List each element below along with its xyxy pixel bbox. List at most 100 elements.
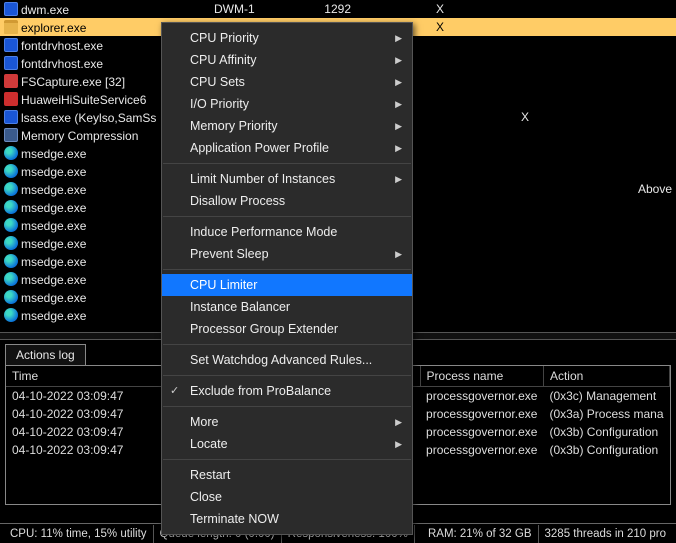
process-name: fontdrvhost.exe (21, 56, 103, 70)
menu-item-label: Processor Group Extender (190, 322, 338, 336)
submenu-arrow-icon: ▶ (395, 249, 402, 260)
process-name: lsass.exe (Keylso,SamSs (21, 110, 156, 124)
submenu-arrow-icon: ▶ (395, 33, 402, 44)
log-cell-act: (0x3c) Management (543, 387, 669, 406)
menu-item-label: Set Watchdog Advanced Rules... (190, 353, 372, 367)
process-col-c (475, 18, 575, 36)
edge-icon (4, 200, 18, 214)
menu-item-label: I/O Priority (190, 97, 249, 111)
process-name: dwm.exe (21, 2, 69, 16)
log-header-process[interactable]: Process name (420, 366, 543, 387)
process-col-d (575, 36, 676, 54)
process-col-b (405, 288, 475, 306)
status-ram: RAM: 21% of 32 GB (422, 525, 539, 543)
app-icon (4, 110, 18, 124)
process-row[interactable]: dwm.exe DWM-11292 X (0, 0, 676, 18)
menu-item-locate[interactable]: Locate▶ (162, 433, 412, 455)
menu-item-memory-priority[interactable]: Memory Priority▶ (162, 115, 412, 137)
process-pid: 1292 (315, 0, 355, 18)
process-col-b (405, 306, 475, 324)
process-col-b (405, 180, 475, 198)
process-col-b (405, 90, 475, 108)
log-header-action[interactable]: Action (543, 366, 669, 387)
process-col-d (575, 18, 676, 36)
process-col-b (405, 234, 475, 252)
menu-item-application-power-profile[interactable]: Application Power Profile▶ (162, 137, 412, 159)
process-name: msedge.exe (21, 218, 86, 232)
process-col-d (575, 234, 676, 252)
edge-icon (4, 272, 18, 286)
submenu-arrow-icon: ▶ (395, 174, 402, 185)
menu-item-disallow-process[interactable]: Disallow Process (162, 190, 412, 212)
submenu-arrow-icon: ▶ (395, 439, 402, 450)
fsc-icon (4, 74, 18, 88)
menu-separator (163, 459, 411, 460)
menu-item-processor-group-extender[interactable]: Processor Group Extender (162, 318, 412, 340)
menu-item-cpu-sets[interactable]: CPU Sets▶ (162, 71, 412, 93)
menu-item-cpu-affinity[interactable]: CPU Affinity▶ (162, 49, 412, 71)
menu-item-label: CPU Priority (190, 31, 259, 45)
menu-item-terminate-now[interactable]: Terminate NOW (162, 508, 412, 530)
process-col-c (475, 180, 575, 198)
hw-icon (4, 92, 18, 106)
process-col-d (575, 54, 676, 72)
process-col-b (405, 126, 475, 144)
menu-item-i-o-priority[interactable]: I/O Priority ▶ (162, 93, 412, 115)
menu-item-restart[interactable]: Restart (162, 464, 412, 486)
process-col-c (475, 144, 575, 162)
app-icon (4, 38, 18, 52)
menu-item-close[interactable]: Close (162, 486, 412, 508)
process-col-d (575, 162, 676, 180)
menu-item-set-watchdog-advanced-rules[interactable]: Set Watchdog Advanced Rules... (162, 349, 412, 371)
menu-item-instance-balancer[interactable]: Instance Balancer (162, 296, 412, 318)
process-col-c (475, 0, 575, 18)
process-col-d (575, 252, 676, 270)
process-user: DWM-1 (210, 0, 315, 18)
app-icon (4, 56, 18, 70)
submenu-arrow-icon: ▶ (395, 99, 402, 110)
process-col-c (475, 306, 575, 324)
tab-actions-log[interactable]: Actions log (5, 344, 86, 365)
process-col-d (575, 126, 676, 144)
menu-item-label: Terminate NOW (190, 512, 279, 526)
submenu-arrow-icon: ▶ (395, 143, 402, 154)
submenu-arrow-icon: ▶ (395, 417, 402, 428)
menu-item-induce-performance-mode[interactable]: Induce Performance Mode (162, 221, 412, 243)
log-cell-proc: processgovernor.exe (420, 387, 543, 406)
process-col-d (575, 108, 676, 126)
menu-item-label: Induce Performance Mode (190, 225, 337, 239)
process-name: explorer.exe (21, 20, 86, 34)
menu-item-exclude-from-probalance[interactable]: ✓Exclude from ProBalance (162, 380, 412, 402)
menu-separator (163, 344, 411, 345)
process-name: msedge.exe (21, 290, 86, 304)
process-col-b (405, 270, 475, 288)
menu-item-cpu-priority[interactable]: CPU Priority ▶ (162, 27, 412, 49)
mem-icon (4, 128, 18, 142)
menu-item-cpu-limiter[interactable]: CPU Limiter (162, 274, 412, 296)
process-name: HuaweiHiSuiteService6 (21, 92, 146, 106)
menu-item-limit-number-of-instances[interactable]: Limit Number of Instances▶ (162, 168, 412, 190)
edge-icon (4, 236, 18, 250)
process-col-c (475, 270, 575, 288)
menu-separator (163, 375, 411, 376)
menu-item-more[interactable]: More▶ (162, 411, 412, 433)
process-col-c (475, 126, 575, 144)
log-cell-proc: processgovernor.exe (420, 405, 543, 423)
folder-icon (4, 20, 18, 34)
log-cell-proc: processgovernor.exe (420, 423, 543, 441)
status-threads: 3285 threads in 210 pro (539, 525, 672, 543)
menu-item-label: Disallow Process (190, 194, 285, 208)
process-col-c: X (475, 108, 575, 126)
menu-item-label: Prevent Sleep (190, 247, 269, 261)
menu-separator (163, 163, 411, 164)
process-name: fontdrvhost.exe (21, 38, 103, 52)
process-col-b (405, 216, 475, 234)
menu-item-prevent-sleep[interactable]: Prevent Sleep ▶ (162, 243, 412, 265)
process-col-b: X (405, 0, 475, 18)
process-name: msedge.exe (21, 200, 86, 214)
menu-item-label: Exclude from ProBalance (190, 384, 331, 398)
process-col-d (575, 270, 676, 288)
process-col-b: X (405, 18, 475, 36)
process-list-area: dwm.exeDWM-11292Xexplorer.exeHassam7364X… (0, 0, 676, 340)
menu-separator (163, 406, 411, 407)
